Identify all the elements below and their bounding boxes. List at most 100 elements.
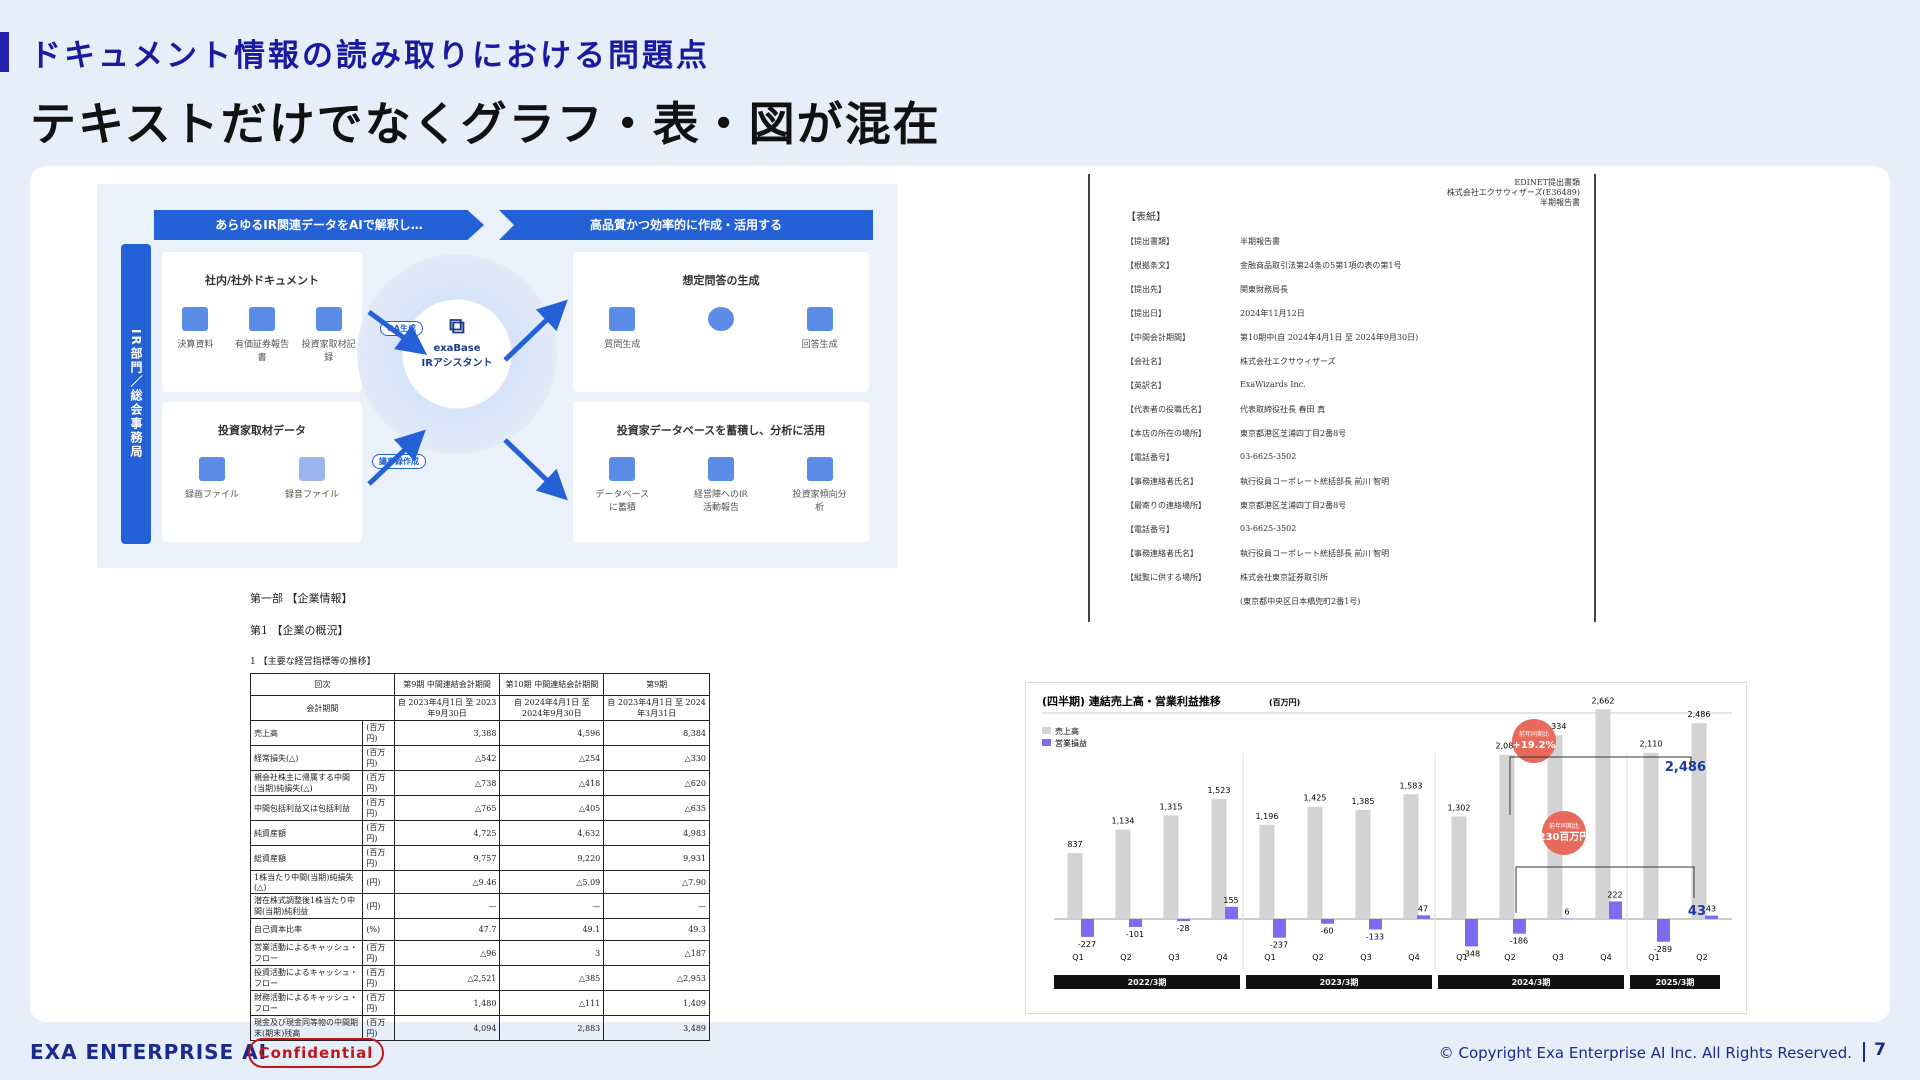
revenue-chart: (四半期) 連結売上高・営業利益推移 (百万円) 売上高 営業損益 837 -227 Q1 1… <box>1025 682 1747 1014</box>
op-bar <box>1513 919 1526 934</box>
doc-row: 【電話番号】 03-6625-3502 <box>1126 452 1297 462</box>
doc-row: 【本店の所在の場所】 東京都港区芝浦四丁目2番8号 <box>1126 429 1347 438</box>
doc-row: 【中間会計期間】 第10期中(自 2024年4月1日 至 2024年9月30日) <box>1126 333 1419 342</box>
x-tick: Q1 <box>1264 953 1275 962</box>
revenue-label: 1,583 <box>1400 781 1423 790</box>
table-header-row: 回次 第9期 中間連結会計期間 第10期 中間連結会計期間 第9期 <box>250 673 710 696</box>
op-label: -101 <box>1126 930 1144 939</box>
table-row: 自己資本比率 (%) 47.7 49.1 49.3 <box>249 918 710 941</box>
doc-row: 【提出先】 関東財務局長 <box>1126 285 1288 294</box>
x-tick: Q2 <box>1120 953 1131 962</box>
op-label: 6 <box>1564 908 1569 917</box>
legend-label: 売上高 <box>1055 726 1079 736</box>
accent-bar <box>0 32 9 72</box>
x-tick: Q2 <box>1504 953 1515 962</box>
revenue-bar <box>1259 824 1275 919</box>
database-icon <box>609 457 636 481</box>
op-bar <box>1609 901 1622 919</box>
period-label: 2022/3期 <box>1128 977 1167 987</box>
ir-assistant-diagram: あらゆるIR関連データをAIで解釈し… 高品質かつ効率的に作成・活用する IR部… <box>97 184 897 568</box>
op-bar <box>1465 919 1478 947</box>
x-tick: Q1 <box>1072 953 1083 962</box>
x-tick: Q1 <box>1456 953 1467 962</box>
table-row: 財務活動によるキャッシュ・フロー (百万円) 1,480 △111 1,409 <box>249 990 710 1016</box>
op-label: 43 <box>1706 905 1716 914</box>
copyright: © Copyright Exa Enterprise AI Inc. All R… <box>1438 1044 1852 1062</box>
x-tick: Q1 <box>1648 953 1659 962</box>
op-label: -186 <box>1510 937 1528 946</box>
doc-row: 【最寄りの連絡場所】 東京都港区芝浦四丁目2番8号 <box>1126 501 1347 510</box>
revenue-bar <box>1067 853 1083 919</box>
analysis-item: 投資家傾向分析 <box>790 457 850 513</box>
highlight-revenue: 2,486 <box>1665 760 1706 775</box>
op-label: 222 <box>1607 891 1622 900</box>
table-row: 親会社株主に帰属する中間(当期)純損失(△) (百万円) △738 △418 △620 <box>249 770 710 796</box>
op-bar <box>1657 919 1670 942</box>
analysis-icon <box>806 457 833 481</box>
doc-row: 【英訳名】 ExaWizards Inc. <box>1126 380 1306 390</box>
revenue-label: 2,486 <box>1688 710 1711 719</box>
op-bar <box>1081 919 1094 937</box>
answer-icon <box>806 307 833 331</box>
op-label: -60 <box>1320 927 1333 936</box>
doc-row: 【会社名】 株式会社エクサウィザーズ <box>1126 357 1336 366</box>
database-item: データベースに蓄積 <box>592 457 652 513</box>
box-title: 想定問答の生成 <box>682 274 760 287</box>
revenue-bar <box>1355 809 1371 919</box>
doc-row: 【電話番号】 03-6625-3502 <box>1126 524 1297 534</box>
op-label: 155 <box>1223 896 1238 905</box>
callout-label: 前年同期比 <box>1549 822 1579 830</box>
confidential-badge: Confidential <box>248 1038 384 1068</box>
highlight-op: 43 <box>1688 904 1706 919</box>
question-icon <box>609 307 636 331</box>
table-row: 経常損失(△) (百万円) △542 △254 △330 <box>249 745 710 771</box>
period-label: 2024/3期 <box>1512 977 1551 987</box>
x-tick: Q3 <box>1168 953 1179 962</box>
slide-subtitle: ドキュメント情報の読み取りにおける問題点 <box>30 38 710 74</box>
doc-part: 第一部 【企業情報】 <box>250 592 353 605</box>
ai-item <box>691 307 751 350</box>
revenue-bar <box>1451 816 1467 919</box>
revenue-label: 1,134 <box>1112 817 1135 826</box>
op-bar <box>1321 919 1334 924</box>
revenue-label: 1,425 <box>1304 794 1327 803</box>
op-bar <box>1129 919 1142 927</box>
doc-row: 【事務連絡者氏名】 執行役員コーポレート統括部長 前川 智明 <box>1126 549 1390 558</box>
op-label: -237 <box>1270 941 1288 950</box>
op-bar <box>1369 919 1382 930</box>
revenue-bar <box>1595 709 1611 919</box>
footer-logo: EXA ENTERPRISE AI <box>30 1040 268 1064</box>
op-label: -227 <box>1078 940 1096 949</box>
chart-title: (四半期) 連結売上高・営業利益推移 <box>1042 694 1221 708</box>
chart-unit: (百万円) <box>1269 698 1300 707</box>
table-row: 売上高 (百万円) 3,388 4,596 8,384 <box>249 720 710 746</box>
revenue-bar <box>1163 815 1179 919</box>
op-bar <box>1273 919 1286 938</box>
op-bar <box>1177 919 1190 922</box>
doc-row: 【根拠条文】 金融商品取引法第24条の5第1項の表の第1号 <box>1126 261 1402 270</box>
box-title: 投資家データベースを蓄積し、分析に活用 <box>616 424 826 437</box>
period-label: 2023/3期 <box>1320 977 1359 987</box>
revenue-label: 2,110 <box>1640 740 1663 749</box>
table-row: 現金及び現金同等物の中間期末(期末)残高 (百万円) 4,094 2,883 3,489 <box>249 1015 710 1041</box>
doc-row: 【提出日】 2024年11月12日 <box>1126 309 1305 318</box>
doc-row: 【代表者の役職氏名】 代表取締役社長 春田 真 <box>1126 405 1326 414</box>
legend-label: 営業損益 <box>1055 738 1087 748</box>
revenue-bar <box>1499 754 1515 919</box>
doc-section: 1 【主要な経営指標等の推移】 <box>250 657 376 667</box>
table-row: 1株当たり中間(当期)純損失(△) (円) △9.46 △5.09 △7.90 <box>249 870 710 894</box>
answer-item: 回答生成 <box>790 307 850 350</box>
x-tick: Q3 <box>1360 953 1371 962</box>
ai-icon <box>707 307 734 331</box>
revenue-label: 1,385 <box>1352 797 1375 806</box>
doc-row: 【縦覧に供する場所】 株式会社東京証券取引所 <box>1126 573 1328 582</box>
period-label: 2025/3期 <box>1656 977 1695 987</box>
financial-table: 回次 第9期 中間連結会計期間 第10期 中間連結会計期間 第9期 会計期間 自… <box>249 673 710 1041</box>
x-tick: Q4 <box>1216 953 1227 962</box>
op-label: 47 <box>1418 904 1428 913</box>
doc-header: EDINET提出書類 株式会社エクサウィザーズ(E36489) 半期報告書 <box>1446 178 1580 207</box>
revenue-bar <box>1115 829 1131 919</box>
table-row: 営業活動によるキャッシュ・フロー (百万円) △96 3 △187 <box>249 940 710 966</box>
revenue-bar <box>1403 794 1419 919</box>
slide-title: テキストだけでなくグラフ・表・図が混在 <box>30 97 941 151</box>
